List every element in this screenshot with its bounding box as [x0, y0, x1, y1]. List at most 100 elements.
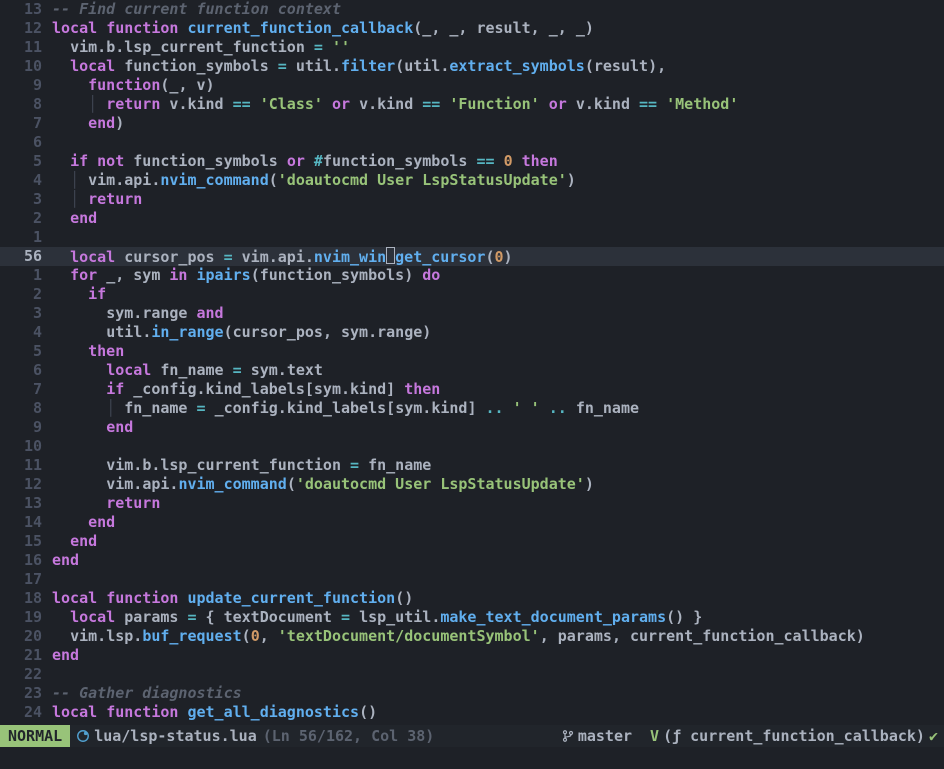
code-content: for _, sym in ipairs(function_symbols) d… — [52, 266, 944, 285]
code-line[interactable]: 13-- Find current function context — [0, 0, 944, 19]
code-line[interactable]: 4 util.in_range(cursor_pos, sym.range) — [0, 323, 944, 342]
line-number: 13 — [0, 0, 52, 19]
code-line[interactable]: 8 │ fn_name = _config.kind_labels[sym.ki… — [0, 399, 944, 418]
code-line[interactable]: 10 — [0, 437, 944, 456]
mode-indicator: NORMAL — [0, 725, 70, 747]
line-number: 3 — [0, 304, 52, 323]
code-line[interactable]: 3 sym.range and — [0, 304, 944, 323]
line-number: 22 — [0, 665, 52, 684]
code-line[interactable]: 11 vim.b.lsp_current_function = fn_name — [0, 456, 944, 475]
code-line[interactable]: 7 end) — [0, 114, 944, 133]
line-number: 17 — [0, 570, 52, 589]
code-line[interactable]: 19 local params = { textDocument = lsp_u… — [0, 608, 944, 627]
code-line[interactable]: 12local function current_function_callba… — [0, 19, 944, 38]
code-line[interactable]: 21end — [0, 646, 944, 665]
code-content: end — [52, 418, 944, 437]
cursor-position: (Ln 56/162, Col 38) — [257, 727, 435, 746]
code-line[interactable]: 4 │ vim.api.nvim_command('doautocmd User… — [0, 171, 944, 190]
line-number: 10 — [0, 437, 52, 456]
line-number: 4 — [0, 323, 52, 342]
line-number: 20 — [0, 627, 52, 646]
code-content: vim.b.lsp_current_function = fn_name — [52, 456, 944, 475]
code-content: end — [52, 551, 944, 570]
code-content: -- Find current function context — [52, 0, 944, 19]
line-number: 21 — [0, 646, 52, 665]
line-number: 10 — [0, 57, 52, 76]
line-number: 56 — [0, 247, 52, 266]
code-content: return — [52, 494, 944, 513]
code-content: end — [52, 532, 944, 551]
lsp-status: V (ƒ current_function_callback) ✔ — [644, 727, 944, 746]
line-number: 19 — [0, 608, 52, 627]
line-number: 2 — [0, 285, 52, 304]
code-content: vim.api.nvim_command('doautocmd User Lsp… — [52, 475, 944, 494]
code-line[interactable]: 2 end — [0, 209, 944, 228]
editor-root: 13-- Find current function context12loca… — [0, 0, 944, 769]
line-number: 2 — [0, 209, 52, 228]
code-content: │ return — [52, 190, 944, 209]
git-section: master — [562, 727, 644, 746]
line-number: 9 — [0, 418, 52, 437]
code-line[interactable]: 10 local function_symbols = util.filter(… — [0, 57, 944, 76]
code-content: vim.lsp.buf_request(0, 'textDocument/doc… — [52, 627, 944, 646]
code-content — [52, 437, 944, 456]
line-number: 15 — [0, 532, 52, 551]
code-line[interactable]: 1 for _, sym in ipairs(function_symbols)… — [0, 266, 944, 285]
line-number: 12 — [0, 19, 52, 38]
code-line[interactable]: 7 if _config.kind_labels[sym.kind] then — [0, 380, 944, 399]
code-content: local params = { textDocument = lsp_util… — [52, 608, 944, 627]
code-content: │ fn_name = _config.kind_labels[sym.kind… — [52, 399, 944, 418]
code-content: │ vim.api.nvim_command('doautocmd User L… — [52, 171, 944, 190]
line-number: 18 — [0, 589, 52, 608]
code-line[interactable]: 5 then — [0, 342, 944, 361]
code-line[interactable]: 3 │ return — [0, 190, 944, 209]
code-line[interactable]: 16end — [0, 551, 944, 570]
line-number: 16 — [0, 551, 52, 570]
code-content: -- Gather diagnostics — [52, 684, 944, 703]
line-number: 6 — [0, 133, 52, 152]
line-number: 12 — [0, 475, 52, 494]
lsp-ok-icon: ✔ — [929, 727, 938, 746]
line-number: 23 — [0, 684, 52, 703]
line-number: 1 — [0, 266, 52, 285]
code-line[interactable]: 23-- Gather diagnostics — [0, 684, 944, 703]
code-line[interactable]: 11 vim.b.lsp_current_function = '' — [0, 38, 944, 57]
code-content: end — [52, 646, 944, 665]
code-line[interactable]: 12 vim.api.nvim_command('doautocmd User … — [0, 475, 944, 494]
code-line[interactable]: 13 return — [0, 494, 944, 513]
code-content: local function get_all_diagnostics() — [52, 703, 944, 722]
file-path: lua/lsp-status.lua — [94, 727, 257, 746]
code-line[interactable]: 2 if — [0, 285, 944, 304]
line-number: 14 — [0, 513, 52, 532]
code-content: function(_, v) — [52, 76, 944, 95]
code-line[interactable]: 6 local fn_name = sym.text — [0, 361, 944, 380]
code-line[interactable]: 5 if not function_symbols or #function_s… — [0, 152, 944, 171]
code-line-current[interactable]: 56 local cursor_pos = vim.api.nvim_winge… — [0, 247, 944, 266]
line-number: 6 — [0, 361, 52, 380]
code-line[interactable]: 8 │ return v.kind == 'Class' or v.kind =… — [0, 95, 944, 114]
code-line[interactable]: 9 end — [0, 418, 944, 437]
git-branch: master — [578, 727, 632, 746]
code-content: end) — [52, 114, 944, 133]
line-number: 11 — [0, 38, 52, 57]
git-branch-icon — [562, 729, 574, 743]
line-number: 8 — [0, 399, 52, 418]
code-content — [52, 665, 944, 684]
code-line[interactable]: 14 end — [0, 513, 944, 532]
code-line[interactable]: 6 — [0, 133, 944, 152]
command-line[interactable] — [0, 747, 944, 769]
code-line[interactable]: 1 — [0, 228, 944, 247]
line-number: 3 — [0, 190, 52, 209]
code-line[interactable]: 22 — [0, 665, 944, 684]
code-line[interactable]: 24local function get_all_diagnostics() — [0, 703, 944, 722]
code-line[interactable]: 18local function update_current_function… — [0, 589, 944, 608]
code-line[interactable]: 17 — [0, 570, 944, 589]
code-content: local function_symbols = util.filter(uti… — [52, 57, 944, 76]
line-number: 8 — [0, 95, 52, 114]
code-line[interactable]: 9 function(_, v) — [0, 76, 944, 95]
code-line[interactable]: 20 vim.lsp.buf_request(0, 'textDocument/… — [0, 627, 944, 646]
lua-icon — [76, 729, 90, 743]
code-line[interactable]: 15 end — [0, 532, 944, 551]
code-area[interactable]: 13-- Find current function context12loca… — [0, 0, 944, 725]
code-content: vim.b.lsp_current_function = '' — [52, 38, 944, 57]
